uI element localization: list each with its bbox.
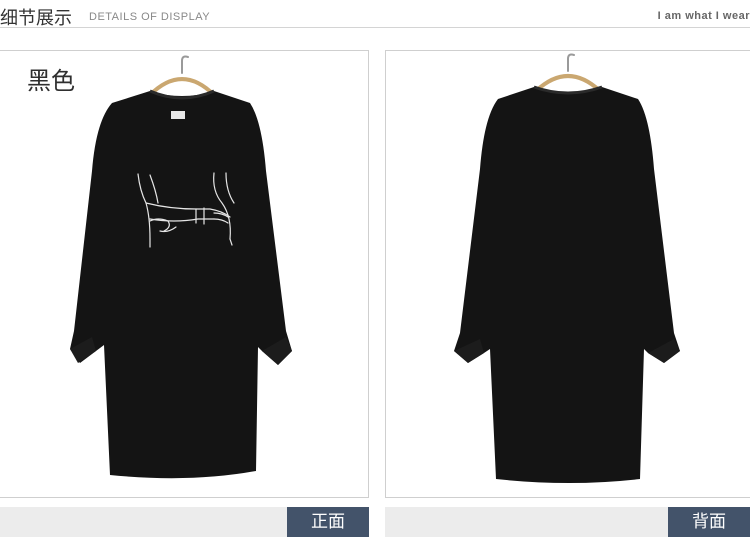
back-view-bar: 背面 <box>385 507 750 537</box>
front-view-tag: 正面 <box>287 507 369 537</box>
front-view-bar: 正面 <box>0 507 369 537</box>
front-dress-image <box>70 55 292 479</box>
header-divider <box>0 27 750 28</box>
hanger-icon <box>148 55 216 97</box>
section-subtitle: DETAILS OF DISPLAY <box>89 11 211 23</box>
front-view-panel: 黑色 <box>0 50 369 498</box>
hanger-icon <box>534 53 602 93</box>
back-view-panel <box>385 50 750 498</box>
back-dress-image <box>454 53 680 483</box>
brand-slogan: I am what I wear <box>657 10 750 22</box>
front-dress-body <box>70 91 292 479</box>
back-dress-body <box>454 87 680 483</box>
back-view-tag: 背面 <box>668 507 750 537</box>
page-header: 细节展示 DETAILS OF DISPLAY I am what I wear <box>0 0 750 32</box>
